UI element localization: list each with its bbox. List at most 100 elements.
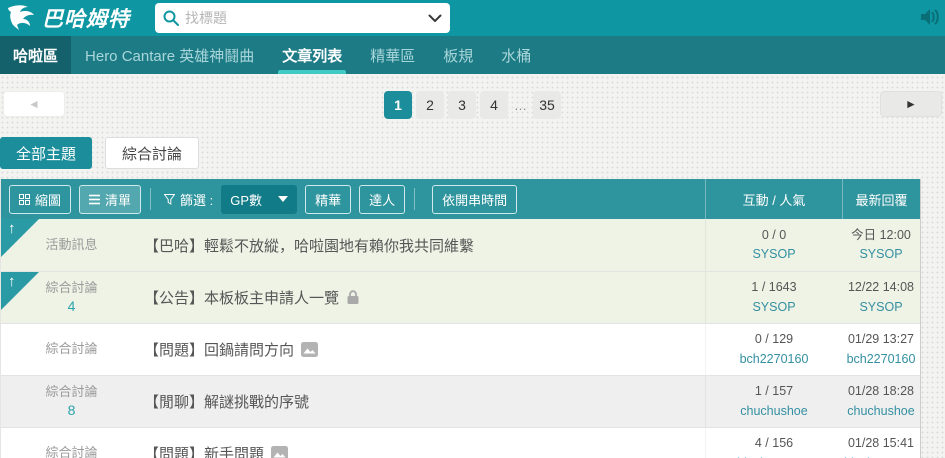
page-button-1[interactable]: 1: [384, 91, 412, 119]
toolbar-divider: [150, 188, 152, 210]
interaction-cell: 4 / 156 blackcat1765: [705, 428, 842, 458]
latest-reply-cell: 01/28 15:41 blackcat1765: [842, 428, 920, 458]
interaction-count: 0 / 129: [754, 332, 794, 347]
topic-title-link[interactable]: 【閒聊】解謎挑戰的序號: [144, 391, 309, 412]
interaction-count: 1 / 157: [754, 384, 794, 399]
nav-item-article-list[interactable]: 文章列表: [268, 36, 356, 74]
chevron-down-icon[interactable]: [428, 14, 442, 23]
expert-filter-button[interactable]: 達人: [359, 184, 406, 214]
table-row: 綜合討論 【問題】回鍋請問方向 0 / 129 bch2270160 01/29…: [1, 323, 920, 375]
featured-filter-button[interactable]: 精華: [305, 184, 352, 214]
latest-reply-cell: 12/22 14:08 SYSOP: [842, 272, 920, 323]
interaction-cell: 0 / 129 bch2270160: [705, 324, 842, 375]
reply-count-badge: 4: [67, 297, 76, 314]
next-page-button[interactable]: ►: [880, 91, 942, 117]
prev-page-button[interactable]: ◄: [3, 91, 65, 117]
nav-item-bucket[interactable]: 水桶: [487, 36, 545, 74]
topic-title-link[interactable]: 【巴哈】輕鬆不放縱，哈啦園地有賴你我共同維繫: [144, 235, 474, 256]
pin-triangle: [1, 219, 39, 257]
nav-item-rules[interactable]: 板規: [429, 36, 487, 74]
latest-reply-user-link[interactable]: SYSOP: [859, 245, 902, 264]
search-input[interactable]: [185, 10, 428, 26]
topic-category: 綜合討論 8: [45, 383, 98, 418]
author-link[interactable]: bch2270160: [740, 350, 809, 369]
interaction-cell: 1 / 157 chuchushoe: [705, 376, 842, 427]
latest-reply-time: 01/28 15:41: [847, 436, 915, 451]
nav-item-featured[interactable]: 精華區: [356, 36, 429, 74]
interaction-cell: 1 / 1643 SYSOP: [705, 272, 842, 323]
latest-reply-time: 01/29 13:27: [847, 332, 915, 347]
table-row: ↑ 活動訊息 【巴哈】輕鬆不放縱，哈啦園地有賴你我共同維繫 0 / 0 SYSO…: [1, 219, 920, 271]
page-button-2[interactable]: 2: [416, 91, 444, 119]
thumbnail-view-button[interactable]: 縮圖: [9, 184, 72, 214]
interaction-count: 4 / 156: [754, 436, 794, 451]
tab-general-discussion[interactable]: 綜合討論: [105, 137, 200, 169]
latest-reply-user-link[interactable]: chuchushoe: [847, 402, 914, 421]
gp-select-value: GP數: [230, 192, 263, 208]
author-link[interactable]: SYSOP: [752, 245, 795, 264]
latest-reply-user-link[interactable]: SYSOP: [859, 298, 902, 317]
latest-reply-cell: 01/28 18:28 chuchushoe: [842, 376, 920, 427]
interaction-count: 0 / 0: [761, 227, 787, 242]
board-nav: 哈啦區 Hero Cantare 英雄神鬪曲 文章列表 精華區 板規 水桶: [0, 36, 945, 74]
dragon-logo-icon: [6, 4, 40, 32]
latest-reply-time: 今日 12:00: [851, 227, 911, 242]
column-header-interaction[interactable]: 互動 / 人氣: [705, 179, 842, 219]
page-button-35[interactable]: 35: [533, 91, 561, 119]
thumbnail-view-label: 縮圖: [35, 192, 62, 208]
topic-title-link[interactable]: 【公告】本板板主申請人一覽: [144, 287, 339, 308]
funnel-icon: [164, 193, 176, 205]
latest-reply-cell: 01/29 13:27 bch2270160: [842, 324, 920, 375]
topic-category: 綜合討論: [45, 445, 98, 458]
toolbar-divider: [414, 188, 416, 210]
bahamut-logo[interactable]: 巴哈姆特: [6, 3, 130, 33]
table-row: 綜合討論 【問題】新手問題 4 / 156 blackcat1765 01/28…: [1, 427, 920, 458]
author-link[interactable]: blackcat1765: [737, 454, 811, 458]
search-box[interactable]: [155, 3, 450, 33]
interaction-cell: 0 / 0 SYSOP: [705, 219, 842, 271]
tab-all-topics[interactable]: 全部主題: [0, 137, 93, 169]
list-view-label: 清單: [105, 192, 132, 208]
column-header-latest-reply[interactable]: 最新回覆: [842, 179, 920, 219]
table-row: 綜合討論 8 【閒聊】解謎挑戰的序號 1 / 157 chuchushoe 01…: [1, 375, 920, 427]
topic-filter-tabs: 全部主題 綜合討論: [0, 137, 945, 169]
latest-reply-time: 01/28 18:28: [847, 384, 915, 399]
author-link[interactable]: SYSOP: [752, 298, 795, 317]
sort-by-time-button[interactable]: 依開串時間: [432, 184, 518, 214]
nav-item-hero-cantare[interactable]: Hero Cantare 英雄神鬪曲: [71, 36, 268, 74]
table-toolbar: 縮圖 清單 篩選 : GP數 精華 達人 依開串時間 互動 / 人氣 最新回覆: [1, 179, 920, 219]
pin-arrow-icon: ↑: [8, 220, 16, 237]
list-view-button[interactable]: 清單: [79, 184, 142, 214]
latest-reply-user-link[interactable]: bch2270160: [847, 350, 916, 369]
speaker-icon[interactable]: [919, 7, 941, 27]
top-bar: 巴哈姆特: [0, 0, 945, 36]
pin-triangle: [1, 272, 39, 310]
lock-icon: [346, 290, 360, 305]
list-icon: [89, 194, 101, 204]
interaction-count: 1 / 1643: [751, 280, 797, 295]
topic-table: 縮圖 清單 篩選 : GP數 精華 達人 依開串時間 互動 / 人氣 最新回覆: [0, 179, 921, 458]
search-icon: [163, 10, 179, 26]
select-caret-icon: [278, 196, 289, 202]
reply-count-badge: 8: [67, 401, 76, 418]
topic-category: 綜合討論: [45, 341, 98, 357]
page-button-4[interactable]: 4: [480, 91, 508, 119]
author-link[interactable]: chuchushoe: [740, 402, 807, 421]
page-button-3[interactable]: 3: [448, 91, 476, 119]
grid-icon: [19, 193, 30, 205]
table-row: ↑ 綜合討論 4 【公告】本板板主申請人一覽 1 / 1643 SYSOP 12…: [1, 271, 920, 323]
image-attachment-icon: [301, 342, 319, 357]
filter-label: 篩選 :: [164, 190, 213, 209]
nav-board-hala[interactable]: 哈啦區: [0, 36, 72, 74]
topic-title-link[interactable]: 【問題】回鍋請問方向: [144, 339, 294, 360]
page-ellipsis: …: [514, 97, 527, 113]
latest-reply-cell: 今日 12:00 SYSOP: [842, 219, 920, 271]
pin-arrow-icon: ↑: [8, 273, 16, 290]
gp-sort-select[interactable]: GP數: [221, 184, 298, 214]
image-attachment-icon: [271, 446, 289, 458]
topic-title-link[interactable]: 【問題】新手問題: [144, 443, 264, 458]
latest-reply-user-link[interactable]: blackcat1765: [844, 454, 918, 458]
logo-text: 巴哈姆特: [42, 8, 130, 31]
latest-reply-time: 12/22 14:08: [847, 280, 915, 295]
pagination: ◄ 1 2 3 4 … 35 ►: [0, 91, 945, 119]
